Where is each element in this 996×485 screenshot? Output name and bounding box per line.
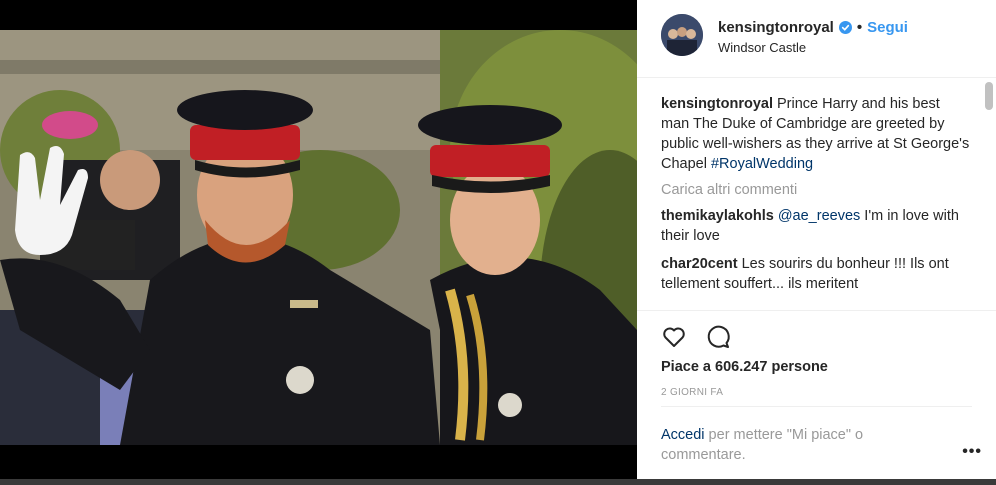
more-options-icon[interactable]: ••• — [962, 443, 982, 461]
post-side-panel: kensingtonroyal • Segui Windsor Castle k… — [637, 0, 996, 485]
follow-button[interactable]: Segui — [867, 19, 908, 36]
load-more-comments-button[interactable]: Carica altri commenti — [661, 182, 972, 198]
caption-username[interactable]: kensingtonroyal — [661, 96, 773, 112]
post-header: kensingtonroyal • Segui Windsor Castle — [637, 0, 996, 78]
comment-bubble-icon[interactable] — [705, 324, 731, 350]
photo-viewer — [0, 0, 637, 485]
comment-username[interactable]: themikaylakohls — [661, 208, 774, 224]
login-prompt: Accedi per mettere "Mi piace" o commenta… — [661, 406, 981, 485]
window-bottom-edge — [0, 479, 996, 485]
post-timestamp: 2 GIORNI FA — [661, 387, 724, 398]
login-text: Accedi per mettere "Mi piace" o commenta… — [661, 425, 901, 465]
verified-badge-icon — [838, 21, 852, 34]
caption-hashtag[interactable]: #RoyalWedding — [711, 156, 813, 172]
comment-mention[interactable]: @ae_reeves — [778, 208, 860, 224]
caption: kensingtonroyal Prince Harry and his best… — [661, 94, 972, 174]
avatar[interactable] — [661, 14, 703, 56]
login-link[interactable]: Accedi — [661, 427, 705, 443]
post-actions: Piace a 606.247 persone 2 GIORNI FA — [637, 310, 996, 406]
comment-item: char20cent Les sourirs du bonheur !!! Ils… — [661, 254, 972, 294]
comments-list[interactable]: kensingtonroyal Prince Harry and his best… — [637, 78, 996, 310]
heart-icon[interactable] — [661, 324, 687, 350]
post-photo[interactable] — [0, 30, 637, 445]
comment-username[interactable]: char20cent — [661, 256, 738, 272]
header-user-line: kensingtonroyal • Segui — [718, 19, 908, 36]
header-username[interactable]: kensingtonroyal — [718, 19, 834, 36]
likes-count[interactable]: Piace a 606.247 persone — [661, 359, 828, 375]
separator-dot: • — [856, 19, 863, 36]
comments-scrollbar[interactable] — [985, 82, 993, 110]
location-link[interactable]: Windsor Castle — [718, 40, 806, 55]
comment-item: themikaylakohls @ae_reeves I'm in love wi… — [661, 206, 972, 246]
